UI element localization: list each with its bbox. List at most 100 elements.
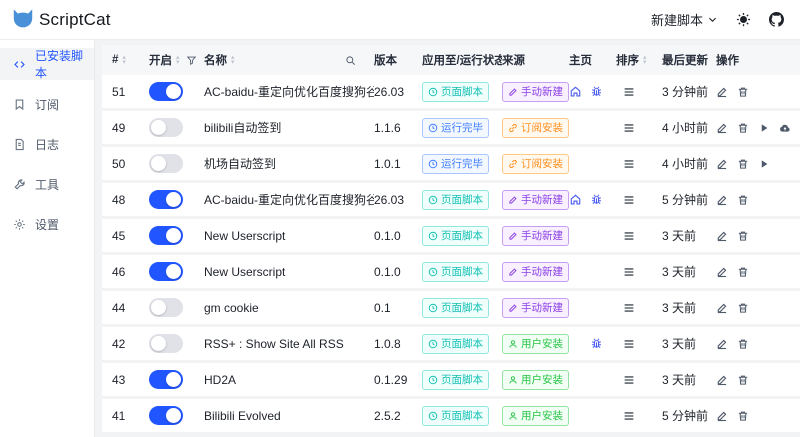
sort-carets-icon[interactable]: ▴▾ — [643, 55, 647, 65]
header-name[interactable]: 名称 ▴▾ — [204, 52, 374, 68]
delete-icon[interactable] — [737, 302, 749, 314]
bug-icon[interactable] — [590, 193, 603, 206]
edit-icon[interactable] — [716, 302, 728, 314]
sidebar-item-tools[interactable]: 工具 — [0, 168, 94, 200]
drag-handle-icon[interactable] — [622, 229, 636, 243]
edit-icon[interactable] — [716, 410, 728, 422]
delete-icon[interactable] — [737, 230, 749, 242]
edit-icon[interactable] — [716, 266, 728, 278]
enable-toggle[interactable] — [149, 190, 183, 209]
app-logo[interactable]: ScriptCat — [10, 7, 111, 33]
drag-handle-icon[interactable] — [622, 85, 636, 99]
sidebar-item-settings[interactable]: 设置 — [0, 208, 94, 240]
script-name[interactable]: New Userscript — [204, 265, 374, 279]
script-name[interactable]: New Userscript — [204, 229, 374, 243]
source-badge[interactable]: 手动新建 — [502, 82, 569, 102]
drag-handle-icon[interactable] — [622, 301, 636, 315]
drag-handle-icon[interactable] — [622, 409, 636, 423]
script-name[interactable]: AC-baidu-重定向优化百度搜狗谷歌... — [204, 83, 374, 100]
source-badge[interactable]: 订阅安装 — [502, 118, 569, 138]
enable-toggle[interactable] — [149, 298, 183, 317]
edit-icon[interactable] — [716, 86, 728, 98]
script-name[interactable]: RSS+ : Show Site All RSS — [204, 337, 374, 351]
sort-carets-icon[interactable]: ▴▾ — [122, 55, 126, 65]
header-order[interactable]: 排序 ▴▾ — [616, 52, 662, 68]
delete-icon[interactable] — [737, 338, 749, 350]
edit-icon[interactable] — [716, 122, 728, 134]
drag-handle-icon[interactable] — [622, 337, 636, 351]
sidebar-item-logs[interactable]: 日志 — [0, 128, 94, 160]
header-enabled[interactable]: 开启 ▴▾ — [149, 52, 204, 68]
bug-icon[interactable] — [590, 85, 603, 98]
script-name[interactable]: HD2A — [204, 373, 374, 387]
edit-icon[interactable] — [716, 230, 728, 242]
header-index[interactable]: # ▴▾ — [102, 54, 149, 66]
new-script-button[interactable]: 新建脚本 — [651, 10, 718, 29]
theme-toggle-button[interactable] — [736, 12, 751, 27]
search-icon[interactable] — [345, 55, 356, 66]
enable-toggle[interactable] — [149, 118, 183, 137]
enable-toggle[interactable] — [149, 334, 183, 353]
status-badge[interactable]: 页面脚本 — [422, 82, 489, 102]
home-icon[interactable] — [569, 85, 582, 98]
status-badge[interactable]: 页面脚本 — [422, 190, 489, 210]
delete-icon[interactable] — [737, 374, 749, 386]
edit-icon[interactable] — [716, 158, 728, 170]
delete-icon[interactable] — [737, 194, 749, 206]
status-badge[interactable]: 运行完毕 — [422, 154, 489, 174]
drag-handle-icon[interactable] — [622, 157, 636, 171]
edit-icon[interactable] — [716, 338, 728, 350]
sidebar-item-subscriptions[interactable]: 订阅 — [0, 88, 94, 120]
source-badge[interactable]: 用户安装 — [502, 334, 569, 354]
sidebar-item-installed-scripts[interactable]: 已安装脚本 — [0, 48, 94, 80]
source-badge[interactable]: 手动新建 — [502, 262, 569, 282]
edit-icon[interactable] — [716, 194, 728, 206]
status-badge[interactable]: 页面脚本 — [422, 370, 489, 390]
row-index: 46 — [102, 265, 149, 279]
edit-icon[interactable] — [716, 374, 728, 386]
source-badge[interactable]: 订阅安装 — [502, 154, 569, 174]
enable-toggle[interactable] — [149, 370, 183, 389]
cloud-icon[interactable] — [779, 122, 791, 134]
script-name[interactable]: Bilibili Evolved — [204, 409, 374, 423]
enable-toggle[interactable] — [149, 154, 183, 173]
delete-icon[interactable] — [737, 158, 749, 170]
github-link-button[interactable] — [769, 12, 784, 27]
delete-icon[interactable] — [737, 122, 749, 134]
status-badge[interactable]: 页面脚本 — [422, 406, 489, 426]
source-badge[interactable]: 用户安装 — [502, 370, 569, 390]
drag-handle-icon[interactable] — [622, 193, 636, 207]
delete-icon[interactable] — [737, 410, 749, 422]
sort-carets-icon[interactable]: ▴▾ — [176, 55, 180, 65]
table-row: 42 RSS+ : Show Site All RSS 1.0.8 页面脚本 用… — [102, 327, 800, 360]
enable-toggle[interactable] — [149, 262, 183, 281]
script-name[interactable]: AC-baidu-重定向优化百度搜狗谷歌... — [204, 191, 374, 208]
bug-icon[interactable] — [590, 337, 603, 350]
enable-toggle[interactable] — [149, 406, 183, 425]
script-name[interactable]: bilibili自动签到 — [204, 119, 374, 136]
play-icon[interactable] — [758, 122, 770, 134]
drag-handle-icon[interactable] — [622, 373, 636, 387]
source-badge[interactable]: 用户安装 — [502, 406, 569, 426]
play-icon[interactable] — [758, 158, 770, 170]
source-badge[interactable]: 手动新建 — [502, 226, 569, 246]
script-name[interactable]: gm cookie — [204, 301, 374, 315]
home-icon[interactable] — [569, 193, 582, 206]
delete-icon[interactable] — [737, 86, 749, 98]
source-badge[interactable]: 手动新建 — [502, 190, 569, 210]
drag-handle-icon[interactable] — [622, 265, 636, 279]
status-badge[interactable]: 运行完毕 — [422, 118, 489, 138]
status-badge[interactable]: 页面脚本 — [422, 334, 489, 354]
filter-icon[interactable] — [186, 55, 197, 66]
status-badge[interactable]: 页面脚本 — [422, 226, 489, 246]
script-name[interactable]: 机场自动签到 — [204, 155, 374, 172]
drag-handle-icon[interactable] — [622, 121, 636, 135]
sort-carets-icon[interactable]: ▴▾ — [231, 55, 235, 65]
status-badge[interactable]: 页面脚本 — [422, 262, 489, 282]
enable-toggle[interactable] — [149, 82, 183, 101]
enable-toggle[interactable] — [149, 226, 183, 245]
source-badge[interactable]: 手动新建 — [502, 298, 569, 318]
table-row: 43 HD2A 0.1.29 页面脚本 用户安装 3 天前 — [102, 363, 800, 396]
status-badge[interactable]: 页面脚本 — [422, 298, 489, 318]
delete-icon[interactable] — [737, 266, 749, 278]
